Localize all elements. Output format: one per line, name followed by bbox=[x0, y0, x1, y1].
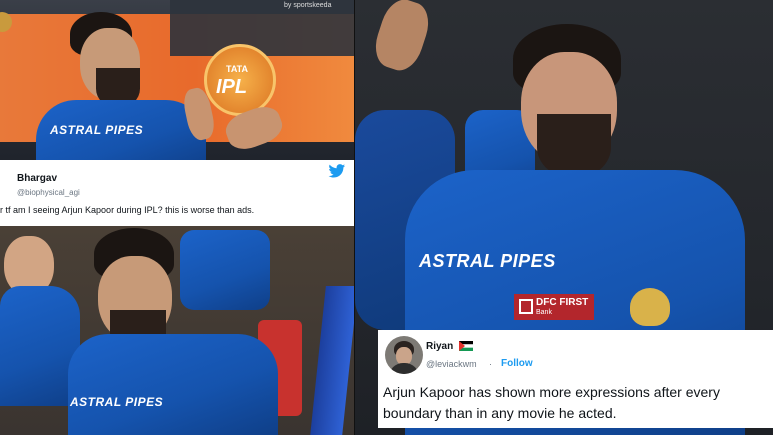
tweet-text: r tf am I seeing Arjun Kapoor during IPL… bbox=[0, 205, 255, 215]
follow-button[interactable]: Follow bbox=[501, 358, 533, 369]
ipl-logo-text: IPL bbox=[216, 76, 248, 98]
avatar-shirt bbox=[389, 363, 419, 374]
tweet-author-handle[interactable]: @biophysical_agi bbox=[17, 188, 80, 197]
ipl-logo-top: TATA bbox=[226, 64, 248, 74]
photo-bottom-left: ASTRAL PIPES bbox=[0, 226, 354, 435]
jersey bbox=[68, 334, 278, 435]
palestine-flag-icon bbox=[459, 341, 473, 351]
tweet-author-name[interactable]: Riyan bbox=[426, 341, 453, 352]
avatar[interactable] bbox=[385, 336, 423, 374]
bank-sponsor-sub: Bank bbox=[536, 309, 552, 316]
watermark: by sportskeeda bbox=[284, 2, 332, 9]
jersey-sponsor: ASTRAL PIPES bbox=[50, 123, 144, 137]
spectator-jersey bbox=[180, 230, 270, 310]
separator-dot: · bbox=[489, 359, 492, 369]
tweet-text: Arjun Kapoor has shown more expressions … bbox=[383, 384, 720, 421]
tweet-author-handle[interactable]: @leviackwm bbox=[426, 359, 477, 369]
tweet-author-name[interactable]: Bhargav bbox=[17, 173, 57, 184]
beard bbox=[537, 114, 611, 178]
collage-divider bbox=[354, 0, 355, 435]
bank-logo-icon bbox=[519, 299, 533, 314]
team-flag bbox=[310, 286, 354, 435]
jersey-sponsor: ASTRAL PIPES bbox=[419, 251, 556, 271]
jersey-sponsor: ASTRAL PIPES bbox=[70, 395, 164, 409]
team-crest-icon bbox=[630, 288, 670, 326]
bank-sponsor-label: DFC FIRST bbox=[536, 297, 589, 308]
twitter-bird-icon[interactable] bbox=[328, 164, 346, 178]
meme-collage: TATA IPL by sportskeeda ASTRAL PIPES Bha… bbox=[0, 0, 773, 435]
hand bbox=[369, 0, 435, 76]
photo-top-left: TATA IPL by sportskeeda ASTRAL PIPES bbox=[0, 0, 354, 160]
